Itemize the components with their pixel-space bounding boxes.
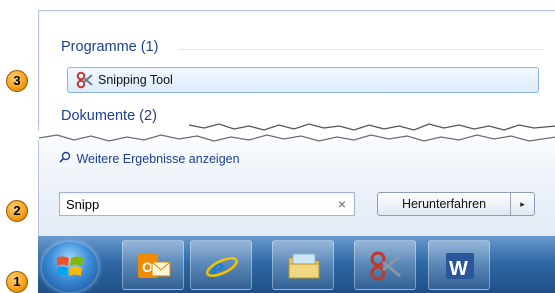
callout-2: 2 (6, 200, 28, 222)
more-results-link[interactable]: Weitere Ergebnisse anzeigen (59, 151, 240, 166)
result-snipping-tool[interactable]: Snipping Tool (67, 67, 539, 93)
callout-3: 3 (6, 70, 28, 92)
taskbar-snipping-tool[interactable] (354, 240, 416, 290)
heading-divider (179, 49, 544, 50)
callout-1: 1 (6, 271, 28, 293)
taskbar-word[interactable]: W (428, 240, 490, 290)
word-icon: W (446, 253, 474, 280)
taskbar-file-explorer[interactable] (272, 240, 334, 290)
result-label: Snipping Tool (98, 73, 173, 87)
scissors-icon (76, 71, 94, 89)
search-input[interactable] (66, 196, 316, 212)
outlook-icon: O (138, 254, 171, 278)
torn-edge (39, 123, 555, 133)
svg-text:W: W (449, 258, 468, 280)
shutdown-button-group: Herunterfahren ▸ (377, 192, 535, 216)
clear-icon[interactable]: × (338, 196, 346, 212)
start-search-field[interactable]: × (59, 192, 355, 216)
start-menu-bottom-panel: Weitere Ergebnisse anzeigen × Herunterfa… (38, 134, 555, 236)
programs-heading: Programme (1) (61, 39, 159, 55)
shutdown-button[interactable]: Herunterfahren (378, 193, 511, 215)
windows-logo-icon (57, 256, 83, 276)
start-menu-results-panel: Programme (1) Snipping Tool Dokumente (2… (38, 10, 555, 133)
search-icon (59, 151, 73, 166)
shutdown-options-arrow-icon[interactable]: ▸ (511, 193, 534, 215)
start-button[interactable] (42, 242, 98, 292)
scissors-icon (370, 251, 401, 281)
taskbar: O e W (38, 236, 555, 293)
svg-text:O: O (142, 259, 153, 275)
internet-explorer-icon: e (206, 251, 238, 284)
svg-text:e: e (211, 251, 224, 284)
more-results-label: Weitere Ergebnisse anzeigen (76, 152, 240, 166)
taskbar-outlook[interactable]: O (122, 240, 184, 290)
folder-icon (288, 253, 320, 279)
taskbar-internet-explorer[interactable]: e (190, 240, 252, 290)
